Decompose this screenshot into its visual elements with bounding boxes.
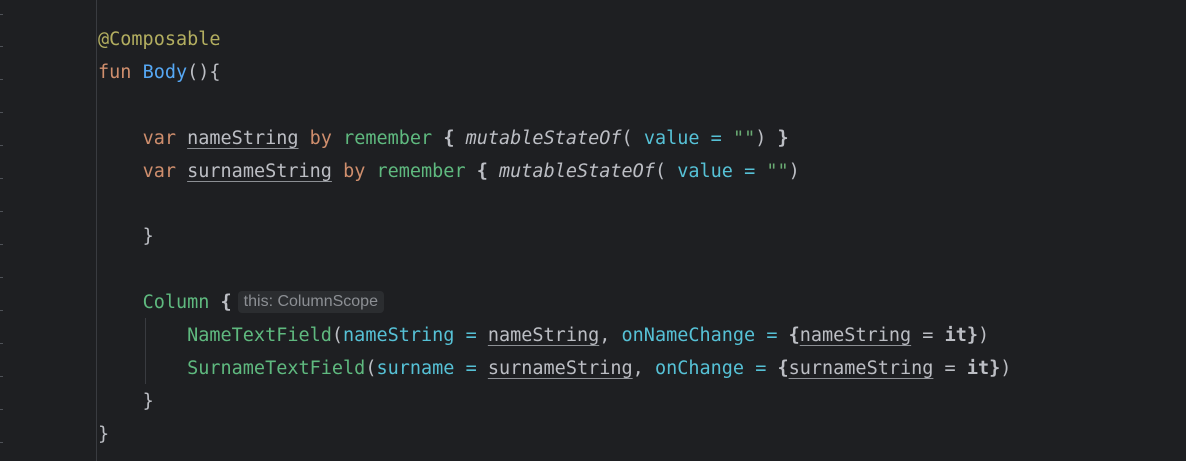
operator-token: = [465,358,477,379]
gutter-tick [0,442,3,443]
inlay-hint: this: ColumnScope [237,291,384,313]
string-token: "" [732,128,756,149]
variable-token: nameString [799,325,912,346]
code-line-column[interactable]: Column {this: ColumnScope [98,286,384,319]
named-param-token: onChange [654,358,745,379]
code-line-fun-body[interactable]: fun Body(){ [98,56,221,89]
string-token: "" [766,161,789,182]
operator-token: = [922,325,934,346]
operator-token: = [465,325,477,346]
gutter-tick [0,343,3,344]
brace-token: } [98,424,110,445]
variable-token: nameString [187,128,299,149]
punctuation-token: ) [977,325,990,346]
keyword-token: var [142,161,176,182]
gutter-tick [0,376,3,377]
operator-token: = [710,128,722,149]
punctuation-token: ( [331,325,344,346]
function-call-token: mutableStateOf [499,161,655,182]
punctuation-token: ) [755,128,767,149]
named-param-token: surname [376,358,455,379]
named-param-token: onNameChange [621,325,756,346]
gutter-tick [0,178,3,179]
brace-token: } [142,391,154,412]
keyword-token: by [343,161,366,182]
variable-token: surnameString [788,358,934,379]
operator-token: = [766,325,778,346]
gutter-tick [0,46,3,47]
code-line-column-close[interactable]: } [98,385,154,418]
brace-token: { [476,161,488,182]
gutter-tick [0,145,3,146]
punctuation-token: ( [365,358,377,379]
code-line-var-namestring[interactable]: var nameString by remember { mutableStat… [98,122,789,155]
punctuation-token: ( [654,161,667,182]
gutter-tick [0,211,3,212]
operator-token: = [944,358,956,379]
it-keyword-token: it [966,358,990,379]
brace-token: { [788,325,800,346]
editor-gutter[interactable] [0,0,97,461]
code-line-nametextfield[interactable]: NameTextField(nameString = nameString, o… [98,319,989,352]
brace-token: } [777,128,789,149]
punctuation-token: , [632,358,644,379]
variable-token: surnameString [187,161,332,182]
brace-token: } [966,325,978,346]
punctuation-token: (){ [187,62,221,83]
function-call-token: remember [376,161,466,182]
function-name-token: Body [142,62,188,83]
brace-token: { [777,358,789,379]
operator-token: = [744,161,756,182]
code-line-annotation[interactable]: @Composable [98,23,221,56]
keyword-token: var [142,128,176,149]
gutter-tick [0,277,3,278]
punctuation-token: , [599,325,611,346]
variable-token: surnameString [487,358,633,379]
gutter-tick [0,79,3,80]
brace-token: } [989,358,1001,379]
code-line-surnametextfield[interactable]: SurnameTextField(surname = surnameString… [98,352,1011,385]
code-line-var-surnamestring[interactable]: var surnameString by remember { mutableS… [98,155,800,188]
punctuation-token: ( [621,128,633,149]
named-param-token: value [643,128,700,149]
function-call-token: NameTextField [187,325,332,346]
gutter-tick [0,409,3,410]
gutter-tick [0,310,3,311]
function-call-token: Column [142,292,210,313]
named-param-token: nameString [343,325,455,346]
code-editor[interactable]: @Composable fun Body(){ var nameString b… [0,0,1186,461]
function-call-token: SurnameTextField [187,358,366,379]
brace-token: { [443,128,455,149]
keyword-token: fun [98,62,132,83]
named-param-token: value [677,161,733,182]
function-call-token: mutableStateOf [465,128,622,149]
brace-token: { [220,292,232,313]
brace-token: } [142,226,154,247]
gutter-tick [0,112,3,113]
code-line-closing-brace[interactable]: } [98,220,154,253]
variable-token: nameString [487,325,600,346]
annotation-token: @Composable [98,29,221,50]
keyword-token: by [309,128,332,149]
gutter-tick [0,244,3,245]
gutter-tick [0,14,3,15]
punctuation-token: ) [1000,358,1012,379]
function-call-token: remember [343,128,433,149]
operator-token: = [755,358,767,379]
it-keyword-token: it [944,325,967,346]
code-line-body-close[interactable]: } [98,418,109,451]
punctuation-token: ) [788,161,800,182]
